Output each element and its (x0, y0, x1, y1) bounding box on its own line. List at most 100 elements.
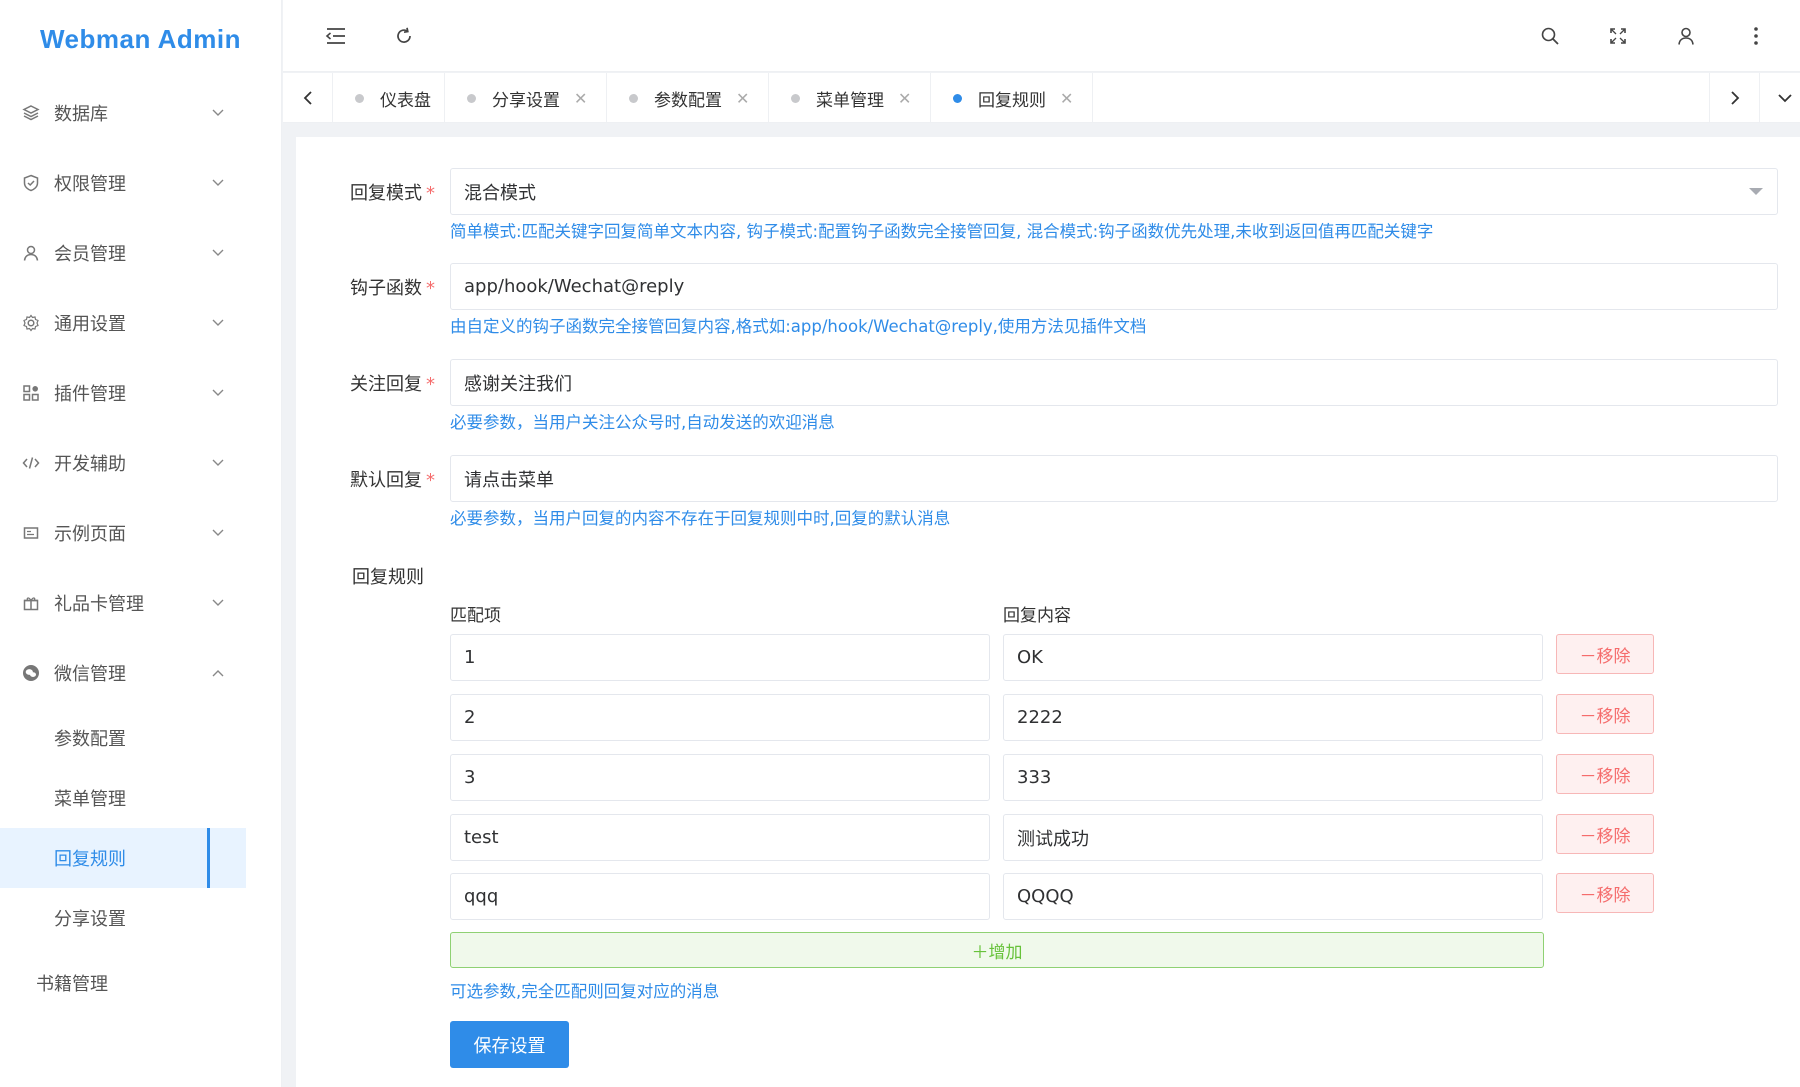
chevron-down-icon (210, 105, 226, 121)
sidebar-item-members[interactable]: 会员管理 (0, 218, 281, 288)
tab-label: 回复规则 (978, 90, 1046, 111)
user-icon[interactable] (1673, 23, 1699, 49)
chevron-up-icon (210, 665, 226, 681)
sidebar: Webman Admin 数据库 权限管理 会员管理 通用设置 插件管理 开发辅… (0, 0, 282, 1087)
sidebar-item-wechat[interactable]: 微信管理 (0, 638, 281, 708)
sidebar-item-permissions[interactable]: 权限管理 (0, 148, 281, 218)
rule-reply-input[interactable]: 2222 (1003, 694, 1543, 741)
user-icon (22, 244, 40, 262)
tab-label: 仪表盘 (380, 90, 431, 111)
follow-reply-input[interactable]: 感谢关注我们 (450, 359, 1778, 406)
code-icon (22, 454, 40, 472)
rule-reply-input[interactable]: 测试成功 (1003, 814, 1543, 861)
close-icon[interactable]: ✕ (898, 89, 911, 108)
save-button[interactable]: 保存设置 (450, 1021, 569, 1068)
rule-match-input[interactable]: 2 (450, 694, 990, 741)
reply-mode-value: 混合模式 (464, 182, 536, 204)
rule-match-input[interactable]: 1 (450, 634, 990, 681)
tab-menu-manage[interactable]: 菜单管理 ✕ (769, 73, 931, 123)
sidebar-item-label: 礼品卡管理 (54, 594, 144, 615)
sidebar-item-gift-cards[interactable]: 礼品卡管理 (0, 568, 281, 638)
rule-reply-input[interactable]: QQQQ (1003, 873, 1543, 920)
sidebar-item-label: 开发辅助 (54, 454, 126, 475)
fullscreen-icon[interactable] (1605, 23, 1631, 49)
remove-rule-button[interactable]: －移除 (1556, 814, 1654, 854)
sidebar-item-label: 通用设置 (54, 314, 126, 335)
remove-rule-button[interactable]: －移除 (1556, 634, 1654, 674)
close-icon[interactable]: ✕ (736, 89, 749, 108)
rule-match-input[interactable]: test (450, 814, 990, 861)
tab-params-config[interactable]: 参数配置 ✕ (607, 73, 769, 123)
tabs-bar: 仪表盘 分享设置 ✕ 参数配置 ✕ 菜单管理 ✕ 回复规则 ✕ (283, 73, 1800, 123)
tab-scroll-right-icon[interactable] (1709, 73, 1759, 123)
sidebar-subitem-share[interactable]: 分享设置 (0, 888, 281, 948)
menu-fold-icon[interactable] (323, 23, 349, 49)
sidebar-subitem-reply-rules[interactable]: 回复规则 (0, 828, 246, 888)
close-icon[interactable]: ✕ (1060, 89, 1073, 108)
tab-share-settings[interactable]: 分享设置 ✕ (445, 73, 607, 123)
tab-reply-rules[interactable]: 回复规则 ✕ (931, 73, 1093, 123)
sidebar-item-plugins[interactable]: 插件管理 (0, 358, 281, 428)
sidebar-item-examples[interactable]: 示例页面 (0, 498, 281, 568)
sidebar-item-label: 微信管理 (54, 664, 126, 685)
default-reply-label: 默认回复 * (350, 470, 435, 491)
follow-reply-label: 关注回复 * (350, 374, 435, 395)
chevron-down-icon (210, 455, 226, 471)
col-header-match: 匹配项 (450, 606, 501, 626)
sidebar-item-database[interactable]: 数据库 (0, 78, 281, 148)
sidebar-item-dev-tools[interactable]: 开发辅助 (0, 428, 281, 498)
sidebar-subitem-params[interactable]: 参数配置 (0, 708, 281, 768)
chevron-down-icon (210, 385, 226, 401)
sidebar-item-label: 权限管理 (54, 174, 126, 195)
tab-dot (953, 93, 962, 103)
search-icon[interactable] (1537, 23, 1563, 49)
reply-mode-label: 回复模式 * (350, 183, 435, 204)
sidebar-item-label: 插件管理 (54, 384, 126, 405)
reply-mode-select[interactable]: 混合模式 (450, 168, 1778, 215)
more-vertical-icon[interactable] (1743, 23, 1769, 49)
gear-icon (22, 314, 40, 332)
reply-rules-label: 回复规则 (352, 567, 424, 588)
rule-match-input[interactable]: qqq (450, 873, 990, 920)
sidebar-item-settings[interactable]: 通用设置 (0, 288, 281, 358)
reply-mode-help: 简单模式:匹配关键字回复简单文本内容, 钩子模式:配置钩子函数完全接管回复, 混… (450, 222, 1434, 241)
tab-dot (629, 93, 638, 103)
tab-dot (791, 93, 800, 103)
tab-label: 菜单管理 (816, 90, 884, 111)
tab-dropdown-icon[interactable] (1759, 73, 1800, 123)
col-header-reply: 回复内容 (1003, 606, 1071, 626)
tab-dot (467, 93, 476, 103)
hook-label: 钩子函数 * (350, 278, 435, 299)
top-header (283, 0, 1800, 72)
chevron-down-icon (210, 595, 226, 611)
close-icon[interactable]: ✕ (574, 89, 587, 108)
default-reply-input[interactable]: 请点击菜单 (450, 455, 1778, 502)
tab-label: 参数配置 (654, 90, 722, 111)
rule-reply-input[interactable]: 333 (1003, 754, 1543, 801)
rule-reply-input[interactable]: OK (1003, 634, 1543, 681)
rule-match-input[interactable]: 3 (450, 754, 990, 801)
tab-scroll-left-icon[interactable] (283, 73, 333, 123)
hook-input[interactable]: app/hook/Wechat@reply (450, 263, 1778, 310)
wechat-icon (22, 664, 40, 682)
remove-rule-button[interactable]: －移除 (1556, 694, 1654, 734)
chevron-down-icon (210, 175, 226, 191)
remove-rule-button[interactable]: －移除 (1556, 754, 1654, 794)
caret-down-icon (1749, 188, 1763, 195)
sidebar-item-label: 会员管理 (54, 244, 126, 265)
app-logo: Webman Admin (39, 23, 241, 54)
tab-dot (355, 93, 364, 103)
tab-label: 分享设置 (492, 90, 560, 111)
shield-icon (22, 174, 40, 192)
sidebar-subitem-menu[interactable]: 菜单管理 (0, 768, 281, 828)
sidebar-item-books[interactable]: 书籍管理 (0, 948, 281, 1018)
add-rule-button[interactable]: ＋增加 (450, 932, 1544, 968)
remove-rule-button[interactable]: －移除 (1556, 873, 1654, 913)
hook-help: 由自定义的钩子函数完全接管回复内容,格式如:app/hook/Wechat@re… (450, 317, 1147, 336)
gift-icon (22, 594, 40, 612)
sidebar-item-label: 示例页面 (54, 524, 126, 545)
chevron-down-icon (210, 315, 226, 331)
tab-dashboard[interactable]: 仪表盘 (333, 73, 445, 123)
refresh-icon[interactable] (391, 23, 417, 49)
apps-icon (22, 384, 40, 402)
